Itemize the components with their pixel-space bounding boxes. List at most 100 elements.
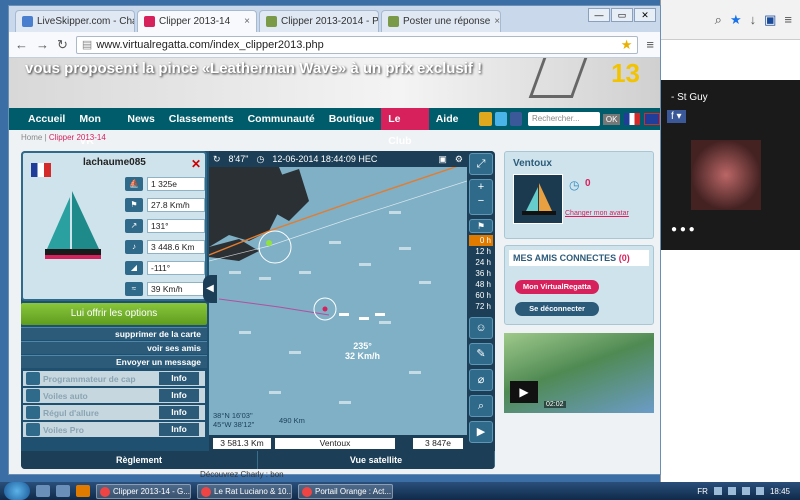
tray-icon[interactable] xyxy=(727,487,736,495)
nav-classements[interactable]: Classements xyxy=(162,108,241,130)
hour-24[interactable]: 24 h xyxy=(469,257,493,268)
send-message-button[interactable]: Envoyer un message xyxy=(21,355,207,368)
hour-36[interactable]: 36 h xyxy=(469,268,493,279)
nav-aide[interactable]: Aide xyxy=(429,108,466,130)
camera-icon[interactable]: ▣ xyxy=(438,154,447,165)
extension-icon[interactable]: ▣ xyxy=(764,12,776,28)
quicklaunch-explorer-icon[interactable] xyxy=(36,485,50,497)
see-friends-button[interactable]: voir ses amis xyxy=(21,341,207,354)
url-field[interactable]: ▤ www.virtualregatta.com/index_clipper20… xyxy=(75,35,639,54)
search-ok-button[interactable]: OK xyxy=(602,113,621,125)
tab-favicon xyxy=(144,16,155,27)
facebook-icon[interactable] xyxy=(509,112,523,126)
regulator-icon xyxy=(26,406,40,419)
maximize-button[interactable]: ▭ xyxy=(611,8,633,22)
notification-count: 0 xyxy=(585,178,591,189)
menu-icon[interactable]: ≡ xyxy=(784,12,792,27)
tray-icon[interactable] xyxy=(741,487,750,495)
tab-close-icon[interactable]: × xyxy=(494,16,500,27)
heading-readout: 8'47" xyxy=(228,154,249,164)
my-virtualregatta-button[interactable]: Mon VirtualRegatta xyxy=(515,280,599,294)
search-icon[interactable]: ⌕ xyxy=(469,395,493,417)
french-flag-icon[interactable] xyxy=(624,113,641,125)
breadcrumb-home[interactable]: Home xyxy=(21,133,42,142)
forecast-flag-icon[interactable]: ⚑ xyxy=(469,219,493,233)
uk-flag-icon[interactable] xyxy=(644,113,660,125)
route-icon[interactable]: ✎ xyxy=(469,343,493,365)
hour-48[interactable]: 48 h xyxy=(469,279,493,290)
twitter-icon[interactable] xyxy=(494,112,507,126)
info-button[interactable]: Info xyxy=(159,423,199,436)
start-button[interactable] xyxy=(4,482,30,500)
reload-icon[interactable]: ↻ xyxy=(57,37,68,53)
satellite-view-link[interactable]: Vue satellite xyxy=(258,451,495,469)
volume-icon[interactable] xyxy=(755,487,764,495)
facebook-like-button[interactable]: f ▾ xyxy=(667,110,686,123)
nav-le-club[interactable]: Le Club xyxy=(381,108,429,147)
info-button[interactable]: Info xyxy=(159,389,199,402)
rules-link[interactable]: Règlement xyxy=(21,451,258,469)
logout-button[interactable]: Se déconnecter xyxy=(515,302,599,316)
nav-accueil[interactable]: Accueil xyxy=(21,108,72,130)
quicklaunch-firefox-icon[interactable] xyxy=(76,485,90,497)
download-icon[interactable]: ↓ xyxy=(750,12,757,27)
tab-close-icon[interactable]: × xyxy=(244,16,250,27)
back-icon[interactable]: ← xyxy=(15,37,28,52)
hour-60[interactable]: 60 h xyxy=(469,290,493,301)
hour-72[interactable]: 72 h xyxy=(469,301,493,312)
taskbar-item-clipper[interactable]: Clipper 2013-14 - G... xyxy=(96,483,191,499)
cap-icon: ↗ xyxy=(125,219,143,233)
distance-icon: ♪ xyxy=(125,240,143,254)
language-indicator[interactable]: FR xyxy=(697,487,708,496)
close-window-button[interactable]: ✕ xyxy=(634,8,656,22)
nav-communaute[interactable]: Communauté xyxy=(241,108,322,130)
info-button[interactable]: Info xyxy=(159,372,199,385)
info-button[interactable]: Info xyxy=(159,406,199,419)
promo-banner[interactable]: vous proposent la pince «Leatherman Wave… xyxy=(9,58,660,108)
tab-poster-reponse[interactable]: Poster une réponse × xyxy=(381,10,501,32)
nav-mon-vr[interactable]: Mon VR xyxy=(72,108,120,147)
search-icon[interactable]: ⌕ xyxy=(715,12,722,28)
breadcrumb-current[interactable]: Clipper 2013-14 xyxy=(49,133,106,142)
clock-readout: 18:45 xyxy=(769,486,790,496)
friends-label: MES AMIS CONNECTES xyxy=(513,253,617,263)
zoom-slider[interactable]: + − xyxy=(469,179,493,215)
rank-box: 3 847e xyxy=(413,437,463,449)
tab-clipper-forum[interactable]: Clipper 2013-2014 - Page × xyxy=(259,10,379,32)
settings-icon[interactable]: ⚙ xyxy=(455,154,467,165)
taskbar-item-le-rat[interactable]: Le Rat Luciano & 10... xyxy=(197,483,292,499)
remove-from-map-button[interactable]: supprimer de la carte xyxy=(21,327,207,340)
tab-liveskipper[interactable]: LiveSkipper.com - Challe × xyxy=(15,10,135,32)
minimize-button[interactable]: — xyxy=(588,8,610,22)
carousel-dots[interactable]: ● ● ● xyxy=(671,224,695,235)
hour-0[interactable]: 0 h xyxy=(469,235,493,246)
fullscreen-icon[interactable]: ⤢ xyxy=(469,153,493,175)
tray-icon[interactable] xyxy=(713,487,722,495)
chrome-menu-icon[interactable]: ≡ xyxy=(646,37,654,52)
user-icon[interactable] xyxy=(479,112,492,126)
close-icon[interactable]: ✕ xyxy=(191,157,201,171)
bookmark-star-icon[interactable]: ★ xyxy=(621,37,633,53)
offer-options-button[interactable]: Lui offrir les options xyxy=(21,303,207,325)
video-player[interactable]: ▶ 02:02 xyxy=(504,333,654,413)
tab-favicon xyxy=(388,16,399,27)
avatar[interactable] xyxy=(513,174,563,224)
quicklaunch-media-icon[interactable] xyxy=(56,485,70,497)
forward-icon[interactable]: → xyxy=(36,37,49,52)
hour-12[interactable]: 12 h xyxy=(469,246,493,257)
option-row: Voiles Pro Info xyxy=(23,422,205,437)
bookmark-star-icon[interactable]: ★ xyxy=(730,12,742,28)
ruler-icon[interactable]: ⌀ xyxy=(469,369,493,391)
site-search-input[interactable]: Rechercher... xyxy=(528,112,600,126)
collapse-panel-button[interactable]: ◀ xyxy=(203,275,217,303)
race-map[interactable]: ↻ 8'47" ◷ 12-06-2014 18:44:09 HEC ▣ ⚙ 23… xyxy=(209,151,467,451)
players-icon[interactable]: ☺ xyxy=(469,317,493,339)
play-icon[interactable]: ▶ xyxy=(510,381,538,403)
nav-boutique[interactable]: Boutique xyxy=(322,108,382,130)
tab-clipper[interactable]: Clipper 2013-14 × xyxy=(137,10,257,32)
rotate-icon[interactable]: ↻ xyxy=(213,154,221,165)
taskbar-item-portail[interactable]: Portail Orange : Act... xyxy=(298,483,393,499)
nav-news[interactable]: News xyxy=(120,108,161,130)
change-avatar-link[interactable]: Changer mon avatar xyxy=(565,210,629,217)
truck-icon[interactable]: ▶ xyxy=(469,421,493,443)
